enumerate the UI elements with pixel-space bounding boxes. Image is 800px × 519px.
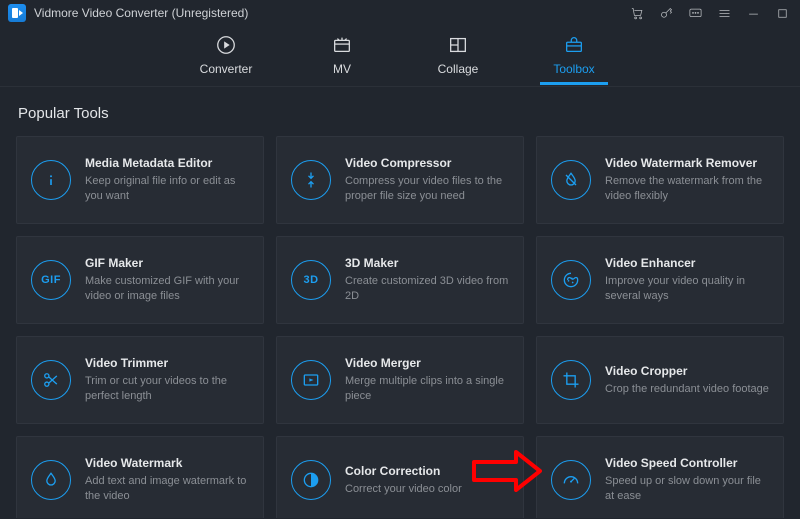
tool-title: 3D Maker (345, 256, 509, 270)
tool-desc: Speed up or slow down your file at ease (605, 474, 769, 504)
nav-label: Converter (200, 62, 253, 76)
top-nav: Converter MV Collage Toolbox (0, 26, 800, 87)
tool-title: Video Compressor (345, 156, 509, 170)
cart-icon[interactable] (630, 6, 645, 21)
crop-icon (551, 360, 591, 400)
color-icon (291, 460, 331, 500)
tool-video-merger[interactable]: Video Merger Merge multiple clips into a… (276, 336, 524, 424)
enhance-icon (551, 260, 591, 300)
threed-icon: 3D (291, 260, 331, 300)
nav-converter[interactable]: Converter (196, 34, 256, 84)
nav-toolbox[interactable]: Toolbox (544, 34, 604, 84)
tool-video-watermark-remover[interactable]: Video Watermark Remover Remove the water… (536, 136, 784, 224)
tool-title: GIF Maker (85, 256, 249, 270)
tool-title: Video Merger (345, 356, 509, 370)
gif-text: GIF (41, 274, 61, 286)
tool-media-metadata-editor[interactable]: Media Metadata Editor Keep original file… (16, 136, 264, 224)
tool-desc: Trim or cut your videos to the perfect l… (85, 374, 249, 404)
section-title: Popular Tools (18, 105, 784, 122)
tool-title: Video Cropper (605, 364, 769, 378)
tool-desc: Compress your video files to the proper … (345, 174, 509, 204)
tool-desc: Remove the watermark from the video flex… (605, 174, 769, 204)
tool-desc: Make customized GIF with your video or i… (85, 274, 249, 304)
tool-desc: Add text and image watermark to the vide… (85, 474, 249, 504)
collage-icon (447, 34, 469, 56)
tool-title: Color Correction (345, 464, 509, 478)
nav-label: Collage (438, 62, 479, 76)
tool-title: Video Trimmer (85, 356, 249, 370)
scissors-icon (31, 360, 71, 400)
speed-icon (551, 460, 591, 500)
tool-title: Video Watermark (85, 456, 249, 470)
nav-label: Toolbox (553, 62, 594, 76)
tool-title: Video Speed Controller (605, 456, 769, 470)
tool-video-cropper[interactable]: Video Cropper Crop the redundant video f… (536, 336, 784, 424)
info-icon (31, 160, 71, 200)
app-logo (8, 4, 26, 22)
nav-label: MV (333, 62, 351, 76)
merge-icon (291, 360, 331, 400)
tool-video-trimmer[interactable]: Video Trimmer Trim or cut your videos to… (16, 336, 264, 424)
tool-video-watermark[interactable]: Video Watermark Add text and image water… (16, 436, 264, 518)
watermark-icon (31, 460, 71, 500)
minimize-icon[interactable] (746, 6, 761, 21)
tool-gif-maker[interactable]: GIF GIF Maker Make customized GIF with y… (16, 236, 264, 324)
tool-title: Media Metadata Editor (85, 156, 249, 170)
tool-desc: Crop the redundant video footage (605, 382, 769, 397)
tool-3d-maker[interactable]: 3D 3D Maker Create customized 3D video f… (276, 236, 524, 324)
maximize-icon[interactable] (775, 6, 790, 21)
converter-icon (215, 34, 237, 56)
tool-desc: Merge multiple clips into a single piece (345, 374, 509, 404)
tool-color-correction[interactable]: Color Correction Correct your video colo… (276, 436, 524, 518)
compress-icon (291, 160, 331, 200)
tool-title: Video Watermark Remover (605, 156, 769, 170)
feedback-icon[interactable] (688, 6, 703, 21)
threed-text: 3D (303, 274, 318, 286)
content: Popular Tools Media Metadata Editor Keep… (0, 87, 800, 518)
tool-desc: Improve your video quality in several wa… (605, 274, 769, 304)
gif-icon: GIF (31, 260, 71, 300)
tool-video-enhancer[interactable]: Video Enhancer Improve your video qualit… (536, 236, 784, 324)
nav-mv[interactable]: MV (312, 34, 372, 84)
key-icon[interactable] (659, 6, 674, 21)
toolbox-icon (563, 34, 585, 56)
tool-video-compressor[interactable]: Video Compressor Compress your video fil… (276, 136, 524, 224)
mv-icon (331, 34, 353, 56)
tool-video-speed-controller[interactable]: Video Speed Controller Speed up or slow … (536, 436, 784, 518)
nav-collage[interactable]: Collage (428, 34, 488, 84)
title-bar: Vidmore Video Converter (Unregistered) (0, 0, 800, 26)
app-title: Vidmore Video Converter (Unregistered) (34, 6, 248, 20)
tool-title: Video Enhancer (605, 256, 769, 270)
tool-desc: Correct your video color (345, 482, 509, 497)
menu-icon[interactable] (717, 6, 732, 21)
tool-desc: Keep original file info or edit as you w… (85, 174, 249, 204)
window-controls (630, 6, 790, 21)
watermark-remove-icon (551, 160, 591, 200)
tool-desc: Create customized 3D video from 2D (345, 274, 509, 304)
tools-grid: Media Metadata Editor Keep original file… (16, 136, 784, 518)
